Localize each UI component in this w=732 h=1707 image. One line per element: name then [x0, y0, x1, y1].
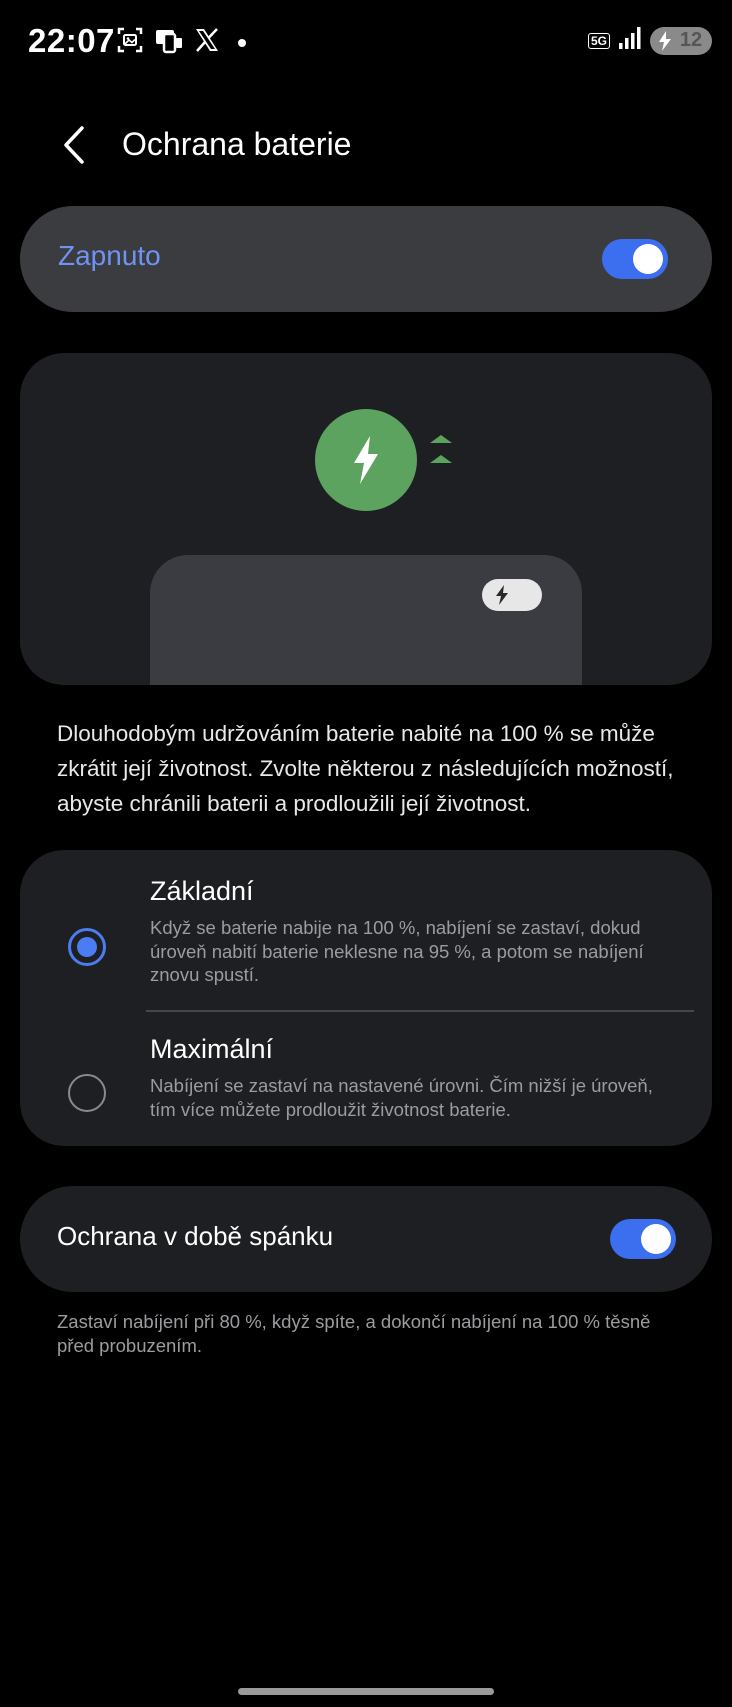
radio-basic[interactable]	[68, 928, 106, 966]
lightning-icon	[354, 436, 378, 484]
network-type-badge: 5G	[587, 32, 610, 49]
radio-maximum[interactable]	[68, 1074, 106, 1112]
chevron-left-icon	[64, 126, 84, 164]
charging-icon	[659, 30, 671, 51]
x-app-icon	[194, 27, 220, 58]
home-indicator[interactable]	[238, 1688, 494, 1695]
protection-description: Dlouhodobým udržováním baterie nabité na…	[57, 721, 674, 816]
back-button[interactable]	[52, 120, 96, 170]
notification-dot-icon	[238, 38, 246, 47]
battery-level: 12	[679, 29, 703, 51]
battery-protection-screen: 22:07 5G 12 Ochrana baterie Zapnuto Dlou…	[0, 0, 732, 1707]
page-title: Ochrana baterie	[122, 126, 352, 162]
option-maximum[interactable]: Maximální Nabíjení se zastaví na nastave…	[20, 1034, 712, 1134]
battery-illustration	[20, 353, 712, 685]
option-divider	[146, 1010, 694, 1012]
signal-icon	[618, 26, 642, 55]
master-toggle-label: Zapnuto	[58, 240, 161, 271]
protection-options: Základní Když se baterie nabije na 100 %…	[20, 850, 712, 1146]
status-notification-icons	[116, 26, 246, 59]
toggle-knob	[633, 244, 663, 274]
phone-illustration	[150, 555, 582, 685]
phone-battery-icon	[482, 579, 542, 611]
screenshot-icon	[116, 26, 144, 59]
sleep-protection-card[interactable]: Ochrana v době spánku	[20, 1186, 712, 1292]
status-bar: 22:07 5G 12	[0, 0, 732, 86]
option-basic[interactable]: Základní Když se baterie nabije na 100 %…	[20, 876, 712, 1006]
status-time: 22:07	[28, 22, 115, 59]
battery-indicator: 12	[650, 26, 712, 55]
option-title: Maximální	[150, 1034, 274, 1064]
lightning-small-icon	[496, 585, 508, 605]
sleep-protection-description: Zastaví nabíjení při 80 %, když spíte, a…	[57, 1311, 651, 1356]
toggle-knob	[641, 1224, 671, 1254]
chevron-up-double-icon	[430, 435, 452, 463]
cast-icon	[154, 26, 184, 59]
master-toggle-card[interactable]: Zapnuto	[20, 206, 712, 312]
app-header: Ochrana baterie	[0, 110, 732, 180]
master-toggle-switch[interactable]	[602, 239, 668, 279]
sleep-protection-label: Ochrana v době spánku	[57, 1221, 334, 1251]
sleep-protection-switch[interactable]	[610, 1219, 676, 1259]
charging-circle	[315, 409, 417, 511]
option-description: Když se baterie nabije na 100 %, nabíjen…	[150, 917, 644, 985]
option-title: Základní	[150, 876, 254, 906]
option-description: Nabíjení se zastaví na nastavené úrovni.…	[150, 1075, 653, 1120]
status-system-icons: 5G 12	[587, 26, 712, 55]
